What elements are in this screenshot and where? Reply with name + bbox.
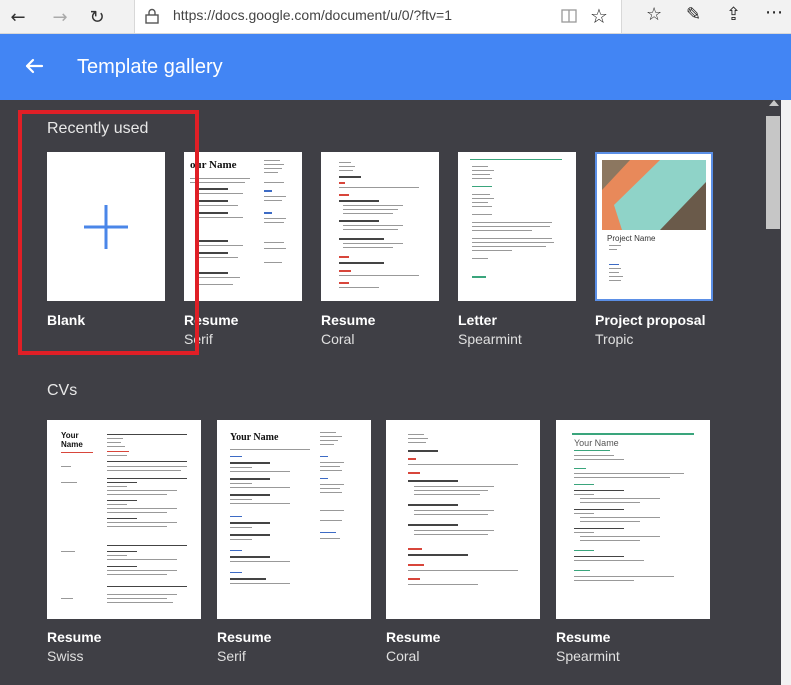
- refresh-icon[interactable]: ↻: [83, 3, 111, 31]
- browser-toolbar: ← → ↻ https://docs.google.com/document/u…: [0, 0, 791, 34]
- thumb-heading-first: Your: [61, 431, 79, 440]
- template-style: Swiss: [47, 648, 84, 664]
- template-style: Coral: [321, 331, 355, 347]
- gallery-header: Template gallery: [0, 34, 791, 100]
- scroll-up-arrow-icon[interactable]: [769, 100, 779, 106]
- tropic-cover-art: [602, 160, 706, 230]
- template-style: Spearmint: [556, 648, 620, 664]
- lock-icon: [145, 8, 159, 24]
- thumb-heading: Your Name: [230, 432, 279, 443]
- address-bar[interactable]: https://docs.google.com/document/u/0/?ft…: [134, 0, 622, 33]
- template-thumbnail[interactable]: [47, 152, 165, 301]
- scrollbar-thumb[interactable]: [766, 116, 780, 229]
- template-thumbnail[interactable]: Your Name: [217, 420, 371, 619]
- thumb-heading-second: Name: [61, 440, 83, 449]
- template-thumbnail[interactable]: Your Name: [556, 420, 710, 619]
- template-style: Serif: [217, 648, 246, 664]
- template-thumbnail[interactable]: [458, 152, 576, 301]
- template-name: Resume: [184, 312, 239, 328]
- window-edge: [781, 100, 791, 685]
- share-icon[interactable]: ⇪: [726, 4, 741, 25]
- pen-icon[interactable]: ✎: [686, 4, 701, 25]
- template-name: Resume: [386, 629, 441, 645]
- favorites-hub-icon[interactable]: ☆: [646, 4, 662, 25]
- thumb-heading: our Name: [190, 159, 237, 171]
- back-icon[interactable]: ←: [4, 3, 32, 31]
- template-name: Resume: [321, 312, 376, 328]
- template-style: Serif: [184, 331, 213, 347]
- section-title-cvs: CVs: [47, 382, 78, 399]
- thumb-project-name: Project Name: [607, 234, 656, 243]
- template-name: Resume: [556, 629, 611, 645]
- template-name: Blank: [47, 312, 86, 328]
- section-title-recent: Recently used: [47, 120, 149, 137]
- template-style: Tropic: [595, 331, 634, 347]
- template-style: Coral: [386, 648, 420, 664]
- more-icon[interactable]: ⋯: [765, 2, 783, 23]
- back-arrow-icon[interactable]: [20, 52, 48, 80]
- template-thumbnail[interactable]: Your Name: [47, 420, 201, 619]
- template-name: Letter: [458, 312, 497, 328]
- template-name: Resume: [47, 629, 102, 645]
- reading-view-icon[interactable]: [559, 6, 579, 26]
- template-thumbnail[interactable]: [386, 420, 540, 619]
- plus-icon: [84, 205, 128, 249]
- template-thumbnail[interactable]: [321, 152, 439, 301]
- template-name: Resume: [217, 629, 272, 645]
- template-style: Spearmint: [458, 331, 522, 347]
- template-thumbnail[interactable]: our Name: [184, 152, 302, 301]
- url-text[interactable]: https://docs.google.com/document/u/0/?ft…: [173, 7, 452, 23]
- template-thumbnail[interactable]: Project Name: [595, 152, 713, 301]
- template-name: Project proposal: [595, 312, 706, 328]
- thumb-heading: Your Name: [574, 438, 619, 448]
- page-title: Template gallery: [77, 56, 223, 78]
- favorite-star-icon[interactable]: ☆: [590, 4, 608, 28]
- forward-icon[interactable]: →: [46, 3, 74, 31]
